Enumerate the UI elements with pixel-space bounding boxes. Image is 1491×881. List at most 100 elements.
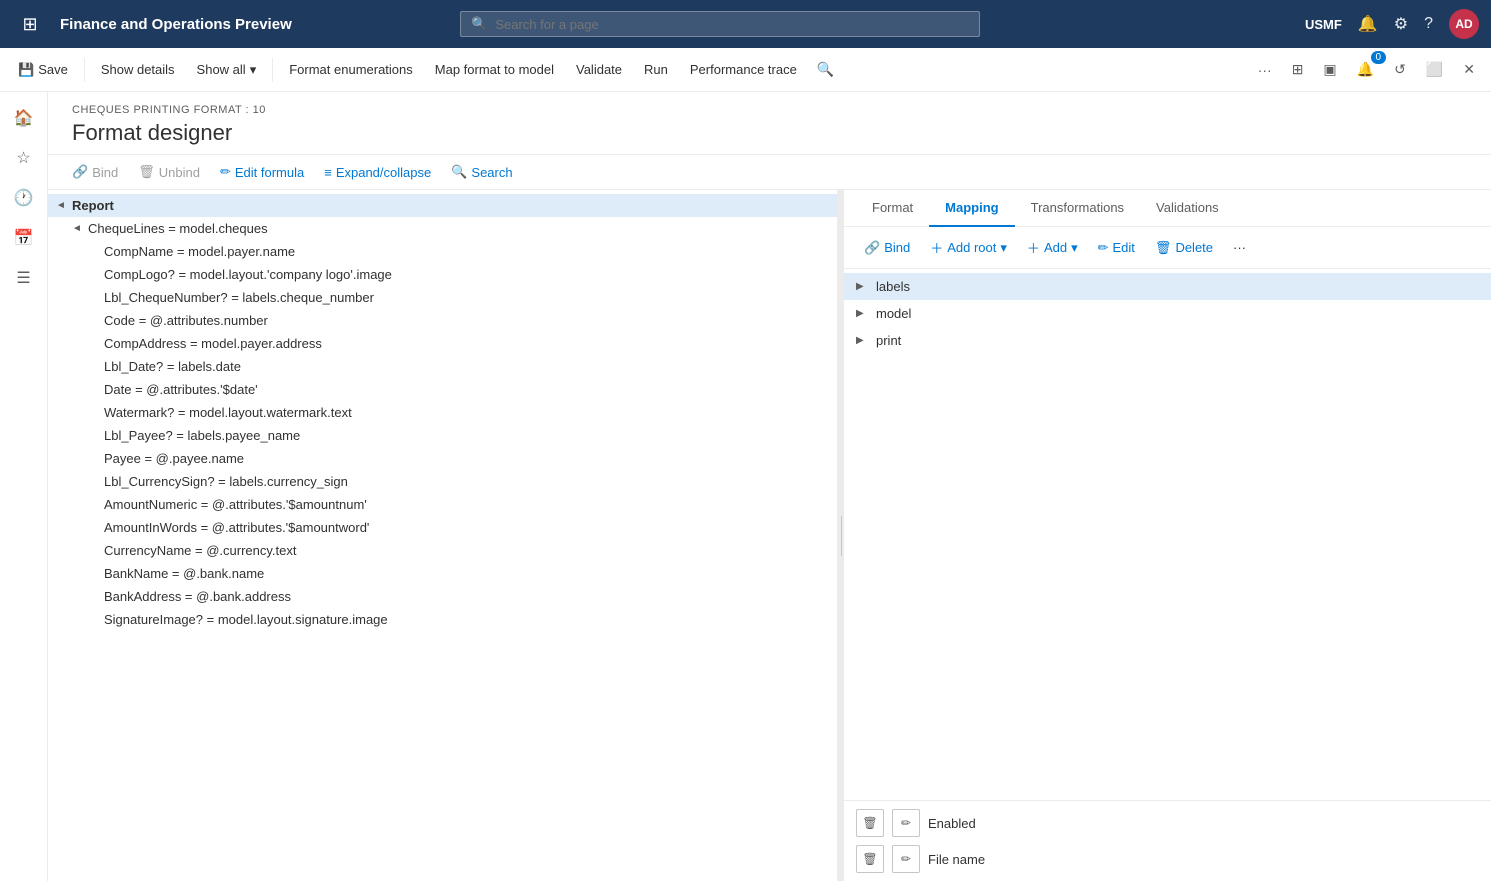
tree-item[interactable]: Watermark? = model.layout.watermark.text: [48, 401, 837, 424]
panel-toggle-button[interactable]: ▣: [1315, 55, 1344, 84]
global-search-box[interactable]: 🔍: [460, 11, 980, 37]
data-item-labels[interactable]: ▶ labels: [844, 273, 1491, 300]
enabled-edit-button[interactable]: ✏: [892, 809, 920, 837]
status-row-filename: 🗑 ✏ File name: [856, 845, 1479, 873]
delete-button[interactable]: 🗑 Delete: [1147, 235, 1221, 261]
tree-item[interactable]: Date = @.attributes.'$date': [48, 378, 837, 401]
tree-item-label: CompLogo? = model.layout.'company logo'.…: [104, 267, 829, 282]
open-in-new-button[interactable]: ⬜: [1418, 55, 1451, 84]
notification-bell-icon[interactable]: 🔔: [1358, 14, 1378, 34]
tree-item[interactable]: CompLogo? = model.layout.'company logo'.…: [48, 263, 837, 286]
close-button[interactable]: ✕: [1455, 55, 1483, 84]
expand-collapse-icon: ≡: [324, 165, 332, 180]
format-enumerations-button[interactable]: Format enumerations: [279, 56, 423, 83]
search-tree-button[interactable]: 🔍 Search: [443, 159, 520, 185]
tab-validations[interactable]: Validations: [1140, 190, 1235, 227]
model-expand-icon: ▶: [856, 308, 876, 319]
save-icon: 💾: [18, 62, 34, 78]
mapping-bind-icon: 🔗: [864, 240, 880, 256]
tree-item[interactable]: AmountInWords = @.attributes.'$amountwor…: [48, 516, 837, 539]
bind-button[interactable]: 🔗 Bind: [64, 159, 126, 185]
search-icon: 🔍: [471, 16, 487, 32]
tree-item[interactable]: BankName = @.bank.name: [48, 562, 837, 585]
tree-item-label: Code = @.attributes.number: [104, 313, 829, 328]
tab-transformations[interactable]: Transformations: [1015, 190, 1140, 227]
breadcrumb: CHEQUES PRINTING FORMAT : 10: [72, 104, 1467, 116]
tree-item[interactable]: CurrencyName = @.currency.text: [48, 539, 837, 562]
help-question-icon[interactable]: ?: [1424, 15, 1433, 33]
tree-item-label: BankName = @.bank.name: [104, 566, 829, 581]
data-item-model[interactable]: ▶ model: [844, 300, 1491, 327]
tree-item[interactable]: CompName = model.payer.name: [48, 240, 837, 263]
tree-item[interactable]: Code = @.attributes.number: [48, 309, 837, 332]
mapping-toolbar: 🔗 Bind ＋ Add root ▾ ＋ Add ▾ ✏: [844, 227, 1491, 269]
enabled-label: Enabled: [928, 816, 976, 831]
map-format-to-model-button[interactable]: Map format to model: [425, 56, 564, 83]
tree-item-label: Lbl_Date? = labels.date: [104, 359, 829, 374]
validate-button[interactable]: Validate: [566, 56, 632, 83]
unbind-button[interactable]: 🗑 Unbind: [130, 159, 208, 185]
refresh-button[interactable]: ↺: [1386, 55, 1414, 84]
sidebar-home-icon[interactable]: 🏠: [6, 100, 42, 136]
add-root-chevron-icon: ▾: [1000, 240, 1007, 256]
tree-item-label: Report: [72, 198, 829, 213]
data-item-print[interactable]: ▶ print: [844, 327, 1491, 354]
user-avatar[interactable]: AD: [1449, 9, 1479, 39]
tree-item[interactable]: Lbl_ChequeNumber? = labels.cheque_number: [48, 286, 837, 309]
add-button[interactable]: ＋ Add ▾: [1019, 233, 1086, 262]
command-bar: 💾 Save Show details Show all ▾ Format en…: [0, 48, 1491, 92]
tree-item-label: CompName = model.payer.name: [104, 244, 829, 259]
expand-collapse-button[interactable]: ≡ Expand/collapse: [316, 160, 439, 185]
tree-item-label: Date = @.attributes.'$date': [104, 382, 829, 397]
tab-format[interactable]: Format: [856, 190, 929, 227]
tree-item[interactable]: AmountNumeric = @.attributes.'$amountnum…: [48, 493, 837, 516]
tree-item[interactable]: ◄Report: [48, 194, 837, 217]
grid-view-button[interactable]: ⊞: [1284, 55, 1312, 84]
sidebar-favorites-icon[interactable]: ☆: [6, 140, 42, 176]
sidebar-recent-icon[interactable]: 🕐: [6, 180, 42, 216]
enabled-delete-button[interactable]: 🗑: [856, 809, 884, 837]
tree-item[interactable]: Lbl_Date? = labels.date: [48, 355, 837, 378]
print-expand-icon: ▶: [856, 335, 876, 346]
tree-item[interactable]: ◄ChequeLines = model.cheques: [48, 217, 837, 240]
tree-item[interactable]: CompAddress = model.payer.address: [48, 332, 837, 355]
performance-trace-button[interactable]: Performance trace: [680, 56, 807, 83]
run-button[interactable]: Run: [634, 56, 678, 83]
show-all-button[interactable]: Show all ▾: [187, 56, 267, 84]
edit-button[interactable]: ✏ Edit: [1090, 235, 1143, 261]
show-all-chevron-icon: ▾: [250, 62, 257, 78]
more-mapping-options-button[interactable]: ···: [1225, 235, 1254, 260]
edit-icon: ✏: [1098, 240, 1109, 256]
panels-area: ◄Report◄ChequeLines = model.chequesCompN…: [48, 190, 1491, 881]
search-input[interactable]: [495, 17, 969, 32]
tree-item-label: Watermark? = model.layout.watermark.text: [104, 405, 829, 420]
tree-item[interactable]: BankAddress = @.bank.address: [48, 585, 837, 608]
tab-mapping[interactable]: Mapping: [929, 190, 1014, 227]
tree-item[interactable]: SignatureImage? = model.layout.signature…: [48, 608, 837, 631]
tree-expand-icon: ◄: [72, 223, 88, 234]
search-command-icon[interactable]: 🔍: [809, 55, 842, 84]
mapping-bind-button[interactable]: 🔗 Bind: [856, 235, 918, 261]
separator-1: [84, 58, 85, 82]
search-tree-icon: 🔍: [451, 164, 467, 180]
more-options-button[interactable]: ···: [1250, 56, 1280, 84]
show-details-button[interactable]: Show details: [91, 56, 185, 83]
add-root-button[interactable]: ＋ Add root ▾: [922, 233, 1015, 262]
tree-item[interactable]: Lbl_Payee? = labels.payee_name: [48, 424, 837, 447]
filename-delete-button[interactable]: 🗑: [856, 845, 884, 873]
page-title: Format designer: [72, 120, 1467, 146]
mapping-panel: Format Mapping Transformations Validatio…: [844, 190, 1491, 881]
sidebar-icon-panel: 🏠 ☆ 🕐 📅 ☰: [0, 92, 48, 881]
filename-edit-button[interactable]: ✏: [892, 845, 920, 873]
tree-item[interactable]: Payee = @.payee.name: [48, 447, 837, 470]
company-selector[interactable]: USMF: [1305, 17, 1342, 32]
mapping-status-area: 🗑 ✏ Enabled 🗑 ✏ File name: [844, 800, 1491, 881]
settings-gear-icon[interactable]: ⚙: [1394, 14, 1408, 34]
tree-item[interactable]: Lbl_CurrencySign? = labels.currency_sign: [48, 470, 837, 493]
sidebar-workspaces-icon[interactable]: 📅: [6, 220, 42, 256]
edit-formula-button[interactable]: ✏ Edit formula: [212, 159, 312, 185]
top-navigation-bar: ⊞ Finance and Operations Preview 🔍 USMF …: [0, 0, 1491, 48]
hamburger-menu-button[interactable]: ⊞: [12, 6, 48, 42]
sidebar-modules-icon[interactable]: ☰: [6, 260, 42, 296]
save-button[interactable]: 💾 Save: [8, 56, 78, 84]
